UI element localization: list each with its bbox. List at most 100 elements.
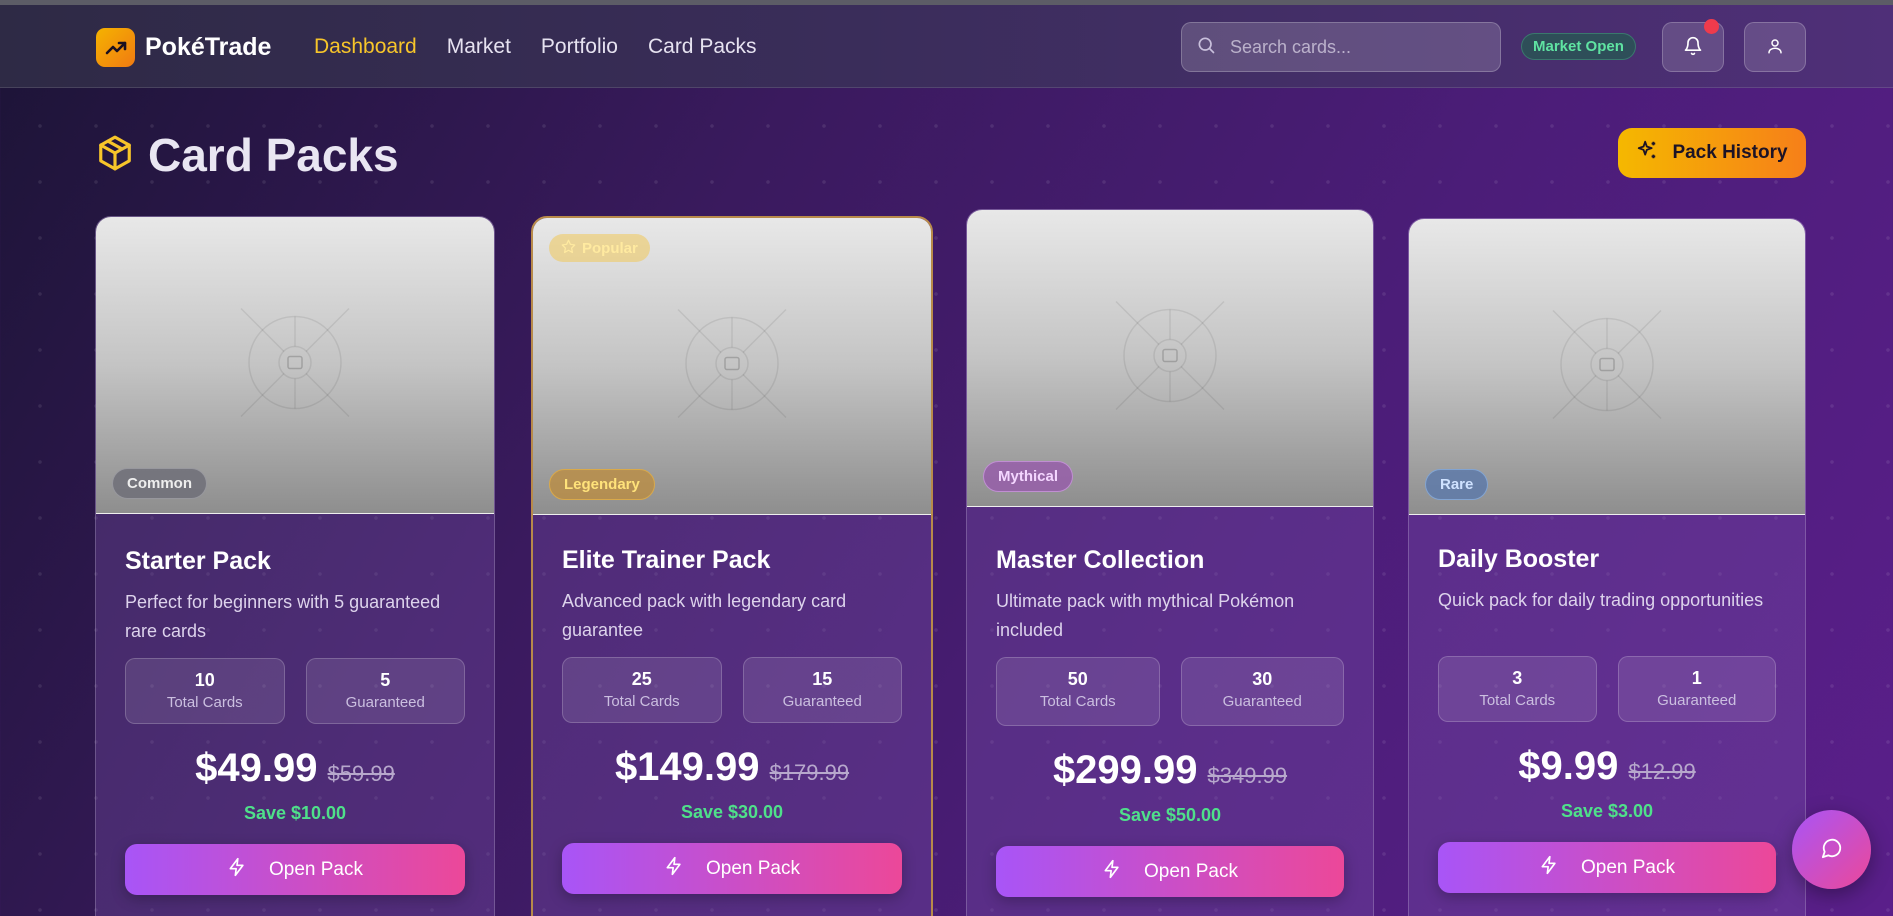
pack-image: Common xyxy=(96,217,494,514)
brand-name: PokéTrade xyxy=(145,33,272,61)
pack-card: Rare Daily Booster Quick pack for daily … xyxy=(1408,218,1806,916)
original-price: $179.99 xyxy=(769,760,850,785)
image-placeholder-icon xyxy=(672,304,792,429)
rarity-badge: Legendary xyxy=(549,469,655,500)
open-pack-label: Open Pack xyxy=(1581,856,1675,878)
current-price: $9.99 xyxy=(1518,744,1619,788)
zap-icon xyxy=(664,856,684,882)
price-row: $49.99 $59.99 xyxy=(125,746,465,791)
notifications-button[interactable] xyxy=(1662,19,1724,72)
total-cards-stat: 3 Total Cards xyxy=(1438,656,1597,722)
total-cards-stat: 10 Total Cards xyxy=(125,658,285,724)
pack-history-button[interactable]: Pack History xyxy=(1618,128,1806,178)
profile-button[interactable] xyxy=(1744,22,1806,72)
savings-text: Save $10.00 xyxy=(243,803,347,823)
pack-image: Rare xyxy=(1409,219,1805,515)
pack-image: Popular Legendary xyxy=(533,218,931,515)
main-nav: Dashboard Market Portfolio Card Packs xyxy=(314,35,757,59)
image-placeholder-icon xyxy=(235,303,355,428)
pack-description: Quick pack for daily trading opportuniti… xyxy=(1438,590,1764,610)
trending-up-icon xyxy=(96,28,135,67)
pack-title: Daily Booster xyxy=(1438,545,1600,573)
search-box xyxy=(1181,22,1501,72)
pack-description: Perfect for beginners with 5 guaranteed … xyxy=(125,592,441,641)
price-row: $299.99 $349.99 xyxy=(996,748,1344,793)
popular-badge: Popular xyxy=(549,234,650,262)
pack-history-label: Pack History xyxy=(1672,142,1788,163)
rarity-badge: Mythical xyxy=(983,461,1074,492)
zap-icon xyxy=(227,857,247,883)
total-cards-stat: 25 Total Cards xyxy=(562,657,722,723)
nav-card-packs[interactable]: Card Packs xyxy=(648,35,757,59)
open-pack-button[interactable]: Open Pack xyxy=(996,846,1344,897)
savings-text: Save $3.00 xyxy=(1560,801,1654,821)
current-price: $149.99 xyxy=(614,745,760,789)
stat-label: Total Cards xyxy=(1479,692,1556,709)
package-icon xyxy=(96,134,134,177)
pack-description: Advanced pack with legendary card guaran… xyxy=(562,591,847,640)
pack-details: Master Collection Ultimate pack with myt… xyxy=(996,546,1344,897)
savings-text: Save $50.00 xyxy=(1118,805,1222,825)
pack-stats: 50 Total Cards 30 Guaranteed xyxy=(996,657,1344,726)
stat-label: Total Cards xyxy=(1039,693,1116,710)
guaranteed-stat: 5 Guaranteed xyxy=(305,658,465,724)
open-pack-button[interactable]: Open Pack xyxy=(562,843,902,894)
stat-value: 25 xyxy=(631,669,652,689)
image-placeholder-icon xyxy=(1547,304,1667,429)
original-price: $12.99 xyxy=(1628,759,1696,784)
rarity-badge: Common xyxy=(112,468,207,499)
stat-value: 5 xyxy=(380,670,391,690)
pack-description: Ultimate pack with mythical Pokémon incl… xyxy=(996,591,1295,640)
page-heading: Card Packs xyxy=(96,128,399,182)
page-title: Card Packs xyxy=(148,129,399,181)
user-icon xyxy=(1766,37,1784,58)
pack-stats: 10 Total Cards 5 Guaranteed xyxy=(125,658,465,724)
top-navbar: PokéTrade Dashboard Market Portfolio Car… xyxy=(0,5,1893,88)
stat-value: 1 xyxy=(1691,668,1702,688)
message-circle-icon xyxy=(1821,837,1843,862)
pack-title: Elite Trainer Pack xyxy=(562,546,771,574)
stat-value: 10 xyxy=(194,670,215,690)
stat-value: 30 xyxy=(1252,669,1273,689)
pack-card: Popular Legendary Elite Trainer Pack Adv… xyxy=(531,216,933,916)
rarity-badge: Rare xyxy=(1425,469,1489,500)
sparkles-icon xyxy=(1636,139,1658,167)
price-row: $149.99 $179.99 xyxy=(562,745,902,790)
pack-stats: 3 Total Cards 1 Guaranteed xyxy=(1438,656,1776,722)
open-pack-button[interactable]: Open Pack xyxy=(125,844,465,895)
price-row: $9.99 $12.99 xyxy=(1438,744,1776,789)
pack-image: Mythical xyxy=(967,210,1373,507)
pack-title: Starter Pack xyxy=(125,547,271,575)
stat-value: 50 xyxy=(1067,669,1088,689)
search-input[interactable] xyxy=(1230,36,1490,58)
image-placeholder-icon xyxy=(1110,296,1230,421)
stat-label: Guaranteed xyxy=(1222,693,1302,710)
notification-dot xyxy=(1704,19,1719,34)
pack-details: Daily Booster Quick pack for daily tradi… xyxy=(1438,545,1776,893)
pack-details: Starter Pack Perfect for beginners with … xyxy=(125,547,465,895)
stat-label: Guaranteed xyxy=(345,694,425,711)
open-pack-label: Open Pack xyxy=(1144,860,1238,882)
zap-icon xyxy=(1102,859,1122,885)
chat-button[interactable] xyxy=(1792,810,1871,889)
pack-title: Master Collection xyxy=(996,546,1205,574)
open-pack-button[interactable]: Open Pack xyxy=(1438,842,1776,893)
original-price: $349.99 xyxy=(1207,763,1288,788)
current-price: $49.99 xyxy=(195,746,318,790)
open-pack-label: Open Pack xyxy=(269,858,363,880)
stat-value: 15 xyxy=(812,669,833,689)
nav-portfolio[interactable]: Portfolio xyxy=(541,35,618,59)
star-icon xyxy=(561,239,576,258)
brand-logo[interactable]: PokéTrade xyxy=(96,28,271,67)
popular-label: Popular xyxy=(582,239,638,257)
guaranteed-stat: 15 Guaranteed xyxy=(742,657,902,723)
stat-label: Total Cards xyxy=(166,694,243,711)
pack-card: Common Starter Pack Perfect for beginner… xyxy=(95,216,495,916)
market-status-badge: Market Open xyxy=(1521,33,1636,60)
guaranteed-stat: 30 Guaranteed xyxy=(1180,657,1344,726)
nav-dashboard[interactable]: Dashboard xyxy=(314,35,417,59)
stat-value: 3 xyxy=(1512,668,1523,688)
nav-market[interactable]: Market xyxy=(447,35,511,59)
pack-details: Elite Trainer Pack Advanced pack with le… xyxy=(562,546,902,894)
total-cards-stat: 50 Total Cards xyxy=(996,657,1160,726)
